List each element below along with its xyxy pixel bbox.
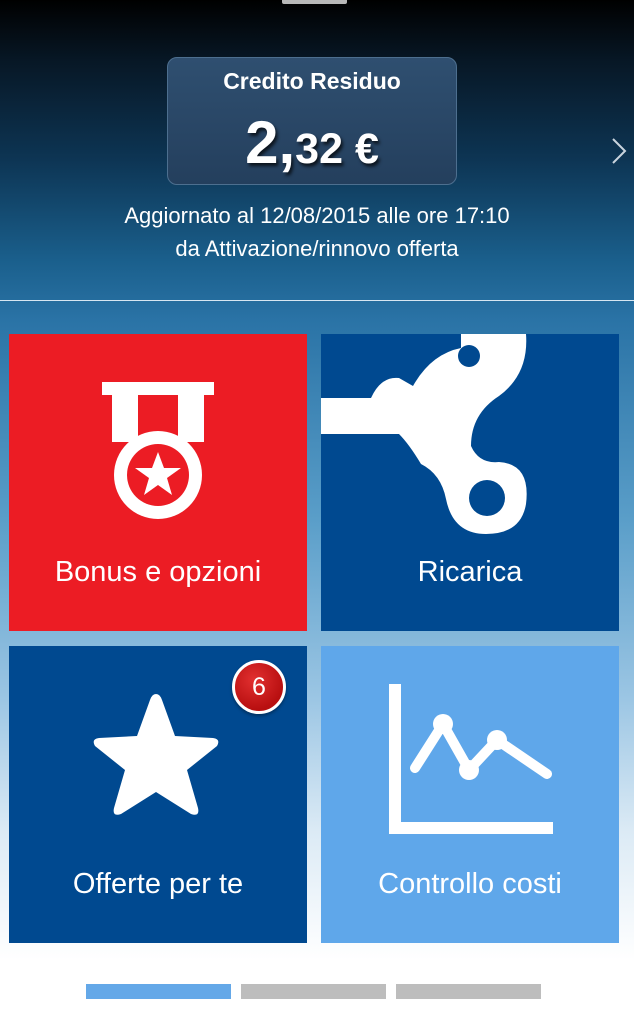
credit-amount: 2,32 € [168, 108, 456, 184]
tile-label: Offerte per te [72, 868, 244, 900]
wind-up-key-icon [321, 334, 527, 534]
credit-amount-integer: 2, [245, 109, 296, 176]
tile-bonus-e-opzioni[interactable]: Bonus e opzioni [9, 334, 307, 631]
tile-ricarica[interactable]: Ricarica [321, 334, 619, 631]
tile-controllo-costi[interactable]: Controllo costi [321, 646, 619, 943]
tile-label: Bonus e opzioni [54, 556, 262, 588]
line-chart-icon [389, 684, 553, 834]
page-indicator-1[interactable] [86, 984, 231, 999]
home-screen: Credito Residuo 2,32 € Aggiornato al 12/… [0, 0, 634, 1027]
page-indicator-2[interactable] [241, 984, 386, 999]
star-icon [93, 694, 219, 815]
update-source: da Attivazione/rinnovo offerta [175, 236, 459, 261]
chevron-right-icon[interactable] [610, 137, 628, 165]
page-indicator-3[interactable] [396, 984, 541, 999]
notification-count-badge: 6 [232, 660, 286, 714]
tile-label: Controllo costi [378, 868, 562, 900]
tile-label: Ricarica [417, 556, 523, 588]
credit-title: Credito Residuo [223, 68, 401, 94]
credit-amount-decimal: 32 € [295, 125, 379, 173]
medal-icon [102, 382, 214, 519]
credit-panel[interactable]: Credito Residuo 2,32 € [167, 57, 457, 185]
header-divider [0, 300, 634, 301]
update-timestamp: Aggiornato al 12/08/2015 alle ore 17:10 [124, 203, 510, 228]
notification-pull-handle[interactable] [282, 0, 347, 4]
